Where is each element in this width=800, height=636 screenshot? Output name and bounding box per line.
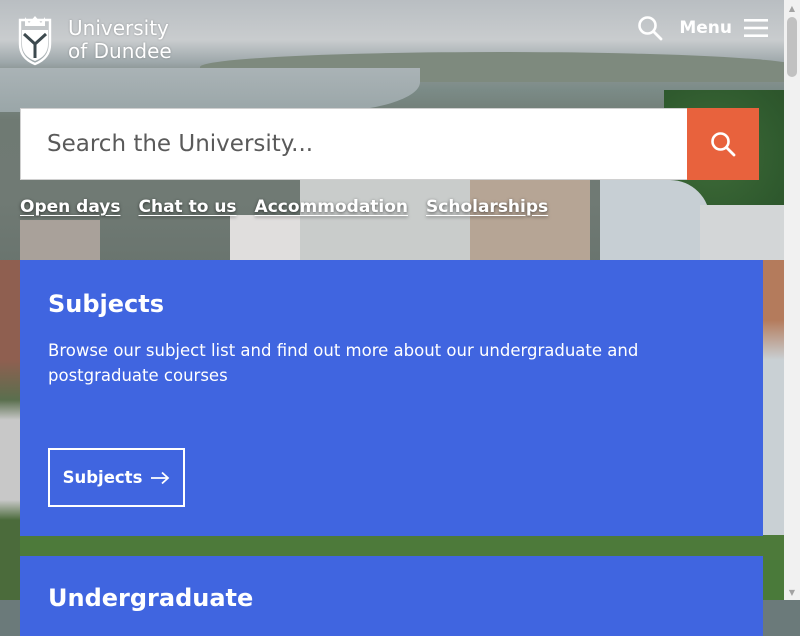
quick-link-scholarships[interactable]: Scholarships bbox=[426, 197, 548, 217]
subjects-button-label: Subjects bbox=[62, 468, 143, 487]
header-actions: Menu bbox=[635, 13, 768, 43]
quick-link-chat-to-us[interactable]: Chat to us bbox=[139, 197, 237, 217]
scroll-down-icon[interactable]: ▼ bbox=[784, 584, 800, 600]
scroll-thumb[interactable] bbox=[787, 17, 797, 77]
subjects-button[interactable]: Subjects bbox=[48, 448, 185, 507]
hero-building bbox=[700, 205, 784, 265]
header-search-button[interactable] bbox=[635, 13, 665, 43]
university-crest-icon bbox=[18, 16, 52, 66]
hero-building bbox=[600, 180, 710, 260]
hero-river bbox=[0, 68, 420, 112]
hero-building bbox=[20, 220, 100, 260]
page-scrollbar[interactable]: ▲ ▼ bbox=[784, 0, 800, 600]
university-logo[interactable]: University of Dundee bbox=[16, 14, 172, 66]
search-icon bbox=[638, 16, 663, 41]
quick-link-accommodation[interactable]: Accommodation bbox=[255, 197, 408, 217]
undergraduate-card: Undergraduate bbox=[20, 556, 763, 636]
quick-link-open-days[interactable]: Open days bbox=[20, 197, 121, 217]
search-submit-button[interactable] bbox=[687, 108, 759, 180]
search-icon bbox=[711, 132, 736, 157]
arrow-right-icon bbox=[151, 471, 170, 484]
logo-line-2: of Dundee bbox=[68, 39, 172, 63]
search-input[interactable] bbox=[20, 108, 687, 180]
hero-left-edge bbox=[0, 260, 20, 600]
card-title: Subjects bbox=[48, 290, 165, 318]
menu-button[interactable]: Menu bbox=[679, 18, 768, 38]
logo-line-1: University bbox=[68, 16, 169, 40]
menu-label: Menu bbox=[679, 18, 732, 38]
subjects-card: Subjects Browse our subject list and fin… bbox=[20, 260, 763, 536]
card-title: Undergraduate bbox=[48, 584, 254, 612]
scroll-up-icon[interactable]: ▲ bbox=[784, 0, 800, 16]
card-description: Browse our subject list and find out mor… bbox=[48, 341, 639, 385]
site-search bbox=[20, 108, 759, 180]
hero-building bbox=[470, 180, 590, 270]
logo-text: University of Dundee bbox=[68, 17, 172, 63]
hero-building bbox=[300, 180, 470, 260]
quick-links: Open days Chat to us Accommodation Schol… bbox=[20, 197, 548, 217]
hamburger-icon bbox=[744, 19, 768, 37]
